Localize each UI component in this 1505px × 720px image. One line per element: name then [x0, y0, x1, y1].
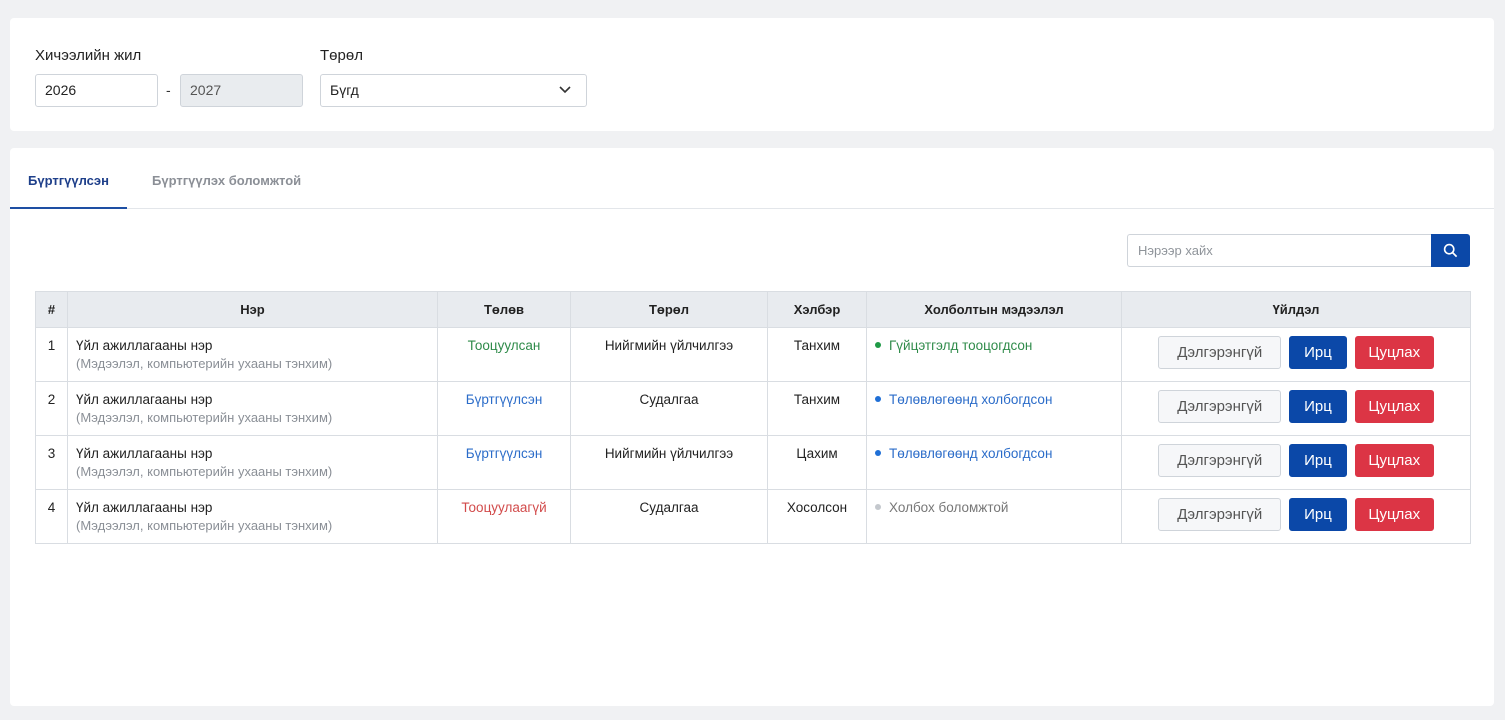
- type-select[interactable]: Бүгд: [320, 74, 587, 107]
- cancel-button[interactable]: Цуцлах: [1354, 498, 1434, 531]
- cancel-button[interactable]: Цуцлах: [1354, 336, 1434, 369]
- activity-department: (Мэдээлэл, компьютерийн ухааны тэнхим): [76, 464, 333, 479]
- search-button[interactable]: [1431, 234, 1470, 267]
- column-header-actions: Үйлдэл: [1121, 291, 1471, 328]
- school-year-label: Хичээлийн жил: [35, 47, 142, 64]
- connection-cell: Төлөвлөгөөнд холбогдсон: [866, 435, 1122, 490]
- chevron-down-icon: [559, 86, 571, 94]
- column-header-number: #: [35, 291, 68, 328]
- attendance-button[interactable]: Ирц: [1289, 444, 1347, 477]
- activities-table: # Нэр Төлөв Төрөл Хэлбэр Холболтын мэдээ…: [35, 291, 1471, 544]
- actions-cell: Дэлгэрэнгүй Ирц Цуцлах: [1121, 489, 1471, 544]
- type-select-value: Бүгд: [330, 82, 359, 98]
- activity-department: (Мэдээлэл, компьютерийн ухааны тэнхим): [76, 356, 333, 371]
- search-input[interactable]: Нэрээр хайх: [1127, 234, 1432, 267]
- connection-text: Холбох боломжтой: [889, 500, 1009, 515]
- filter-panel: Хичээлийн жил 2026 - 2027 Төрөл Бүгд: [10, 18, 1494, 131]
- detail-button[interactable]: Дэлгэрэнгүй: [1158, 498, 1282, 531]
- connection-text: Гүйцэтгэлд тооцогдсон: [889, 338, 1033, 353]
- type-text: Судалгаа: [570, 489, 768, 544]
- form-text: Танхим: [767, 327, 867, 382]
- activity-name: Үйл ажиллагааны нэр: [76, 446, 213, 461]
- year-separator: -: [166, 82, 171, 98]
- search-bar: Нэрээр хайх: [1127, 234, 1470, 267]
- type-text: Судалгаа: [570, 381, 768, 436]
- connection-text: Төлөвлөгөөнд холбогдсон: [889, 392, 1053, 407]
- row-number: 1: [35, 327, 68, 382]
- year-to-input: 2027: [180, 74, 303, 107]
- connection-cell: Гүйцэтгэлд тооцогдсон: [866, 327, 1122, 382]
- table-header-row: # Нэр Төлөв Төрөл Хэлбэр Холболтын мэдээ…: [35, 291, 1471, 328]
- column-header-form: Хэлбэр: [767, 291, 867, 328]
- detail-button[interactable]: Дэлгэрэнгүй: [1158, 390, 1282, 423]
- connection-cell: Холбох боломжтой: [866, 489, 1122, 544]
- column-header-connection: Холболтын мэдээлэл: [866, 291, 1122, 328]
- tab-registered[interactable]: Бүртгүүлсэн: [10, 148, 127, 209]
- row-number: 4: [35, 489, 68, 544]
- detail-button[interactable]: Дэлгэрэнгүй: [1158, 444, 1282, 477]
- activity-name-cell: Үйл ажиллагааны нэр (Мэдээлэл, компьютер…: [67, 489, 438, 544]
- search-icon: [1443, 243, 1458, 258]
- activity-department: (Мэдээлэл, компьютерийн ухааны тэнхим): [76, 518, 333, 533]
- activity-name: Үйл ажиллагааны нэр: [76, 338, 213, 353]
- type-label: Төрөл: [320, 47, 363, 64]
- type-text: Нийгмийн үйлчилгээ: [570, 327, 768, 382]
- attendance-button[interactable]: Ирц: [1289, 390, 1347, 423]
- column-header-name: Нэр: [67, 291, 438, 328]
- status-dot-icon: [875, 450, 881, 456]
- column-header-type: Төрөл: [570, 291, 768, 328]
- form-text: Цахим: [767, 435, 867, 490]
- table-row: 3 Үйл ажиллагааны нэр (Мэдээлэл, компьют…: [35, 435, 1471, 490]
- activity-name: Үйл ажиллагааны нэр: [76, 500, 213, 515]
- connection-text: Төлөвлөгөөнд холбогдсон: [889, 446, 1053, 461]
- attendance-button[interactable]: Ирц: [1289, 336, 1347, 369]
- table-row: 1 Үйл ажиллагааны нэр (Мэдээлэл, компьют…: [35, 327, 1471, 382]
- status-dot-icon: [875, 504, 881, 510]
- activities-panel: Бүртгүүлсэн Бүртгүүлэх боломжтой Нэрээр …: [10, 148, 1494, 706]
- column-header-status: Төлөв: [437, 291, 571, 328]
- form-text: Хосолсон: [767, 489, 867, 544]
- year-from-input[interactable]: 2026: [35, 74, 158, 107]
- row-number: 2: [35, 381, 68, 436]
- tab-bar: Бүртгүүлсэн Бүртгүүлэх боломжтой: [10, 148, 1494, 209]
- activity-name: Үйл ажиллагааны нэр: [76, 392, 213, 407]
- activity-department: (Мэдээлэл, компьютерийн ухааны тэнхим): [76, 410, 333, 425]
- status-dot-icon: [875, 342, 881, 348]
- connection-cell: Төлөвлөгөөнд холбогдсон: [866, 381, 1122, 436]
- status-text: Бүртгүүлсэн: [437, 381, 571, 436]
- table-row: 4 Үйл ажиллагааны нэр (Мэдээлэл, компьют…: [35, 489, 1471, 544]
- status-text: Тооцуулсан: [437, 327, 571, 382]
- status-dot-icon: [875, 396, 881, 402]
- actions-cell: Дэлгэрэнгүй Ирц Цуцлах: [1121, 435, 1471, 490]
- row-number: 3: [35, 435, 68, 490]
- table-row: 2 Үйл ажиллагааны нэр (Мэдээлэл, компьют…: [35, 381, 1471, 436]
- tab-available[interactable]: Бүртгүүлэх боломжтой: [134, 148, 319, 209]
- form-text: Танхим: [767, 381, 867, 436]
- cancel-button[interactable]: Цуцлах: [1354, 444, 1434, 477]
- type-text: Нийгмийн үйлчилгээ: [570, 435, 768, 490]
- activity-name-cell: Үйл ажиллагааны нэр (Мэдээлэл, компьютер…: [67, 327, 438, 382]
- activity-name-cell: Үйл ажиллагааны нэр (Мэдээлэл, компьютер…: [67, 381, 438, 436]
- attendance-button[interactable]: Ирц: [1289, 498, 1347, 531]
- activity-name-cell: Үйл ажиллагааны нэр (Мэдээлэл, компьютер…: [67, 435, 438, 490]
- actions-cell: Дэлгэрэнгүй Ирц Цуцлах: [1121, 327, 1471, 382]
- actions-cell: Дэлгэрэнгүй Ирц Цуцлах: [1121, 381, 1471, 436]
- status-text: Бүртгүүлсэн: [437, 435, 571, 490]
- cancel-button[interactable]: Цуцлах: [1354, 390, 1434, 423]
- status-text: Тооцуулаагүй: [437, 489, 571, 544]
- detail-button[interactable]: Дэлгэрэнгүй: [1158, 336, 1282, 369]
